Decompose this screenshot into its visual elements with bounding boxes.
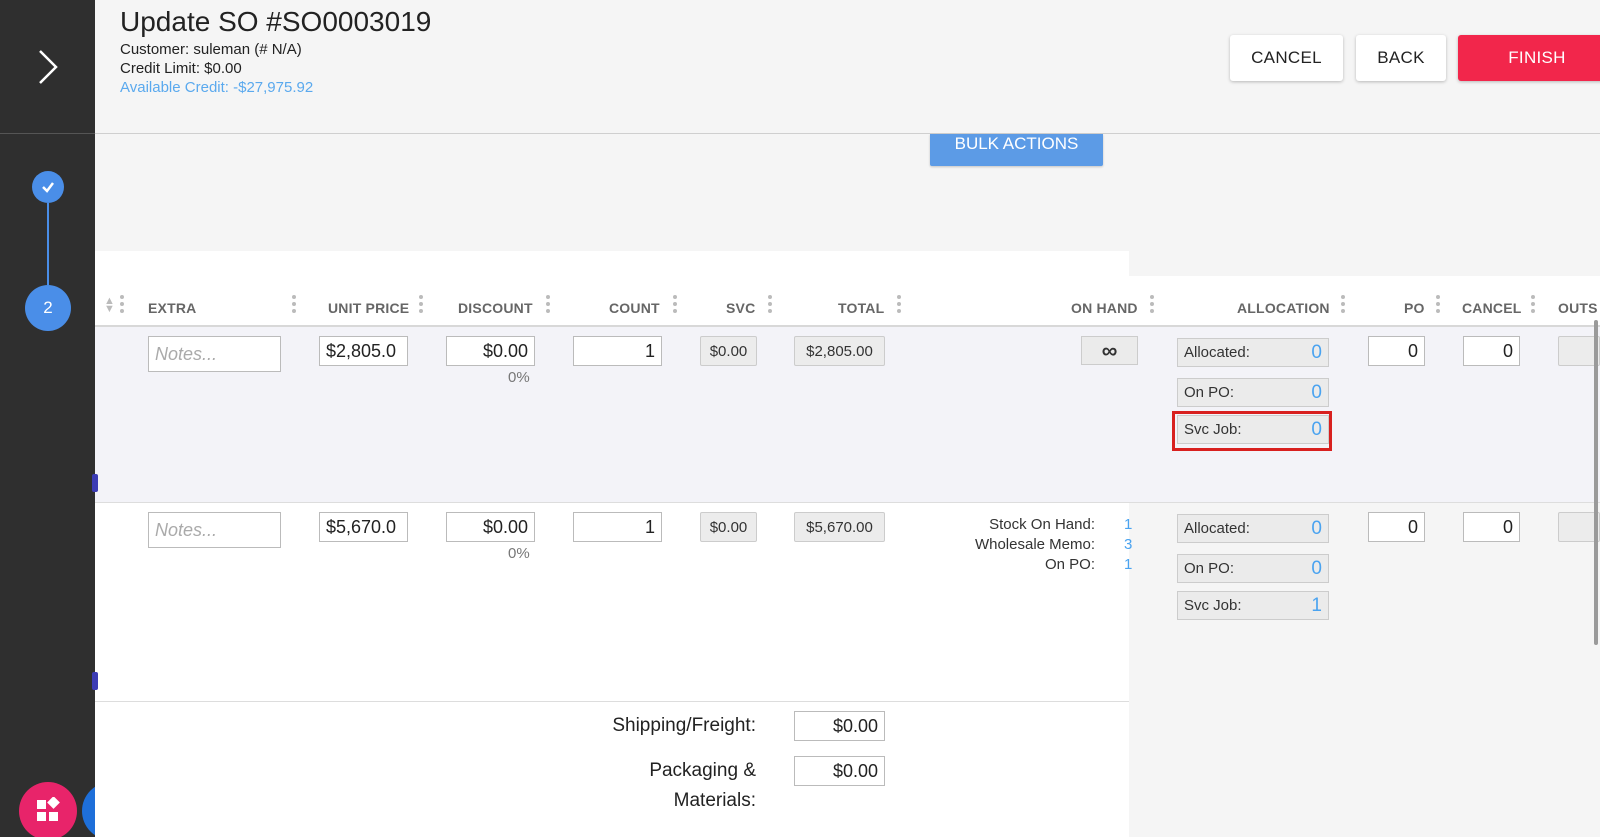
discount-input[interactable]: $0.00	[446, 336, 535, 366]
svc-job-value[interactable]: 1	[1311, 595, 1322, 617]
back-button[interactable]: BACK	[1356, 35, 1446, 81]
unit-price-input[interactable]: $5,670.0	[319, 512, 408, 542]
step-2[interactable]: 2	[25, 285, 71, 331]
col-allocation[interactable]: ALLOCATION	[1237, 300, 1330, 316]
chevron-right-icon	[38, 49, 58, 84]
svc-job-field: Svc Job: 1	[1177, 591, 1329, 620]
left-rail: 2	[0, 0, 140, 837]
column-menu-icon[interactable]	[768, 295, 772, 317]
allocated-field: Allocated: 0	[1177, 514, 1329, 543]
total-value: $5,670.00	[794, 512, 885, 542]
apps-button[interactable]	[19, 782, 77, 837]
col-outstanding[interactable]: OUTS	[1558, 300, 1598, 316]
svc-value: $0.00	[700, 512, 757, 542]
discount-input[interactable]: $0.00	[446, 512, 535, 542]
column-menu-icon[interactable]	[419, 295, 423, 317]
allocated-value[interactable]: 0	[1311, 342, 1322, 364]
column-menu-icon[interactable]	[1531, 295, 1535, 317]
sort-icon[interactable]: ▲ ▼	[104, 296, 115, 315]
column-menu-icon[interactable]	[546, 295, 550, 317]
on-po-stock-value[interactable]: 1	[1124, 555, 1132, 575]
stock-on-hand-value[interactable]: 1	[1124, 515, 1132, 535]
count-input[interactable]: 1	[573, 512, 662, 542]
count-input[interactable]: 1	[573, 336, 662, 366]
col-on-hand[interactable]: ON HAND	[1071, 300, 1138, 316]
on-po-label: On PO:	[1184, 384, 1235, 401]
column-menu-icon[interactable]	[1436, 295, 1440, 317]
row-tag[interactable]	[92, 474, 98, 492]
packaging-label-line2: Materials:	[673, 790, 756, 811]
shipping-label: Shipping/Freight:	[612, 715, 756, 736]
cancel-qty-input[interactable]: 0	[1463, 336, 1520, 366]
stock-labels: Stock On Hand: Wholesale Memo: On PO:	[930, 515, 1095, 575]
on-po-stock-label: On PO:	[1044, 556, 1095, 573]
on-po-value[interactable]: 0	[1311, 558, 1322, 580]
row-tag[interactable]	[92, 672, 98, 690]
packaging-label-line1: Packaging &	[649, 760, 756, 781]
on-po-field: On PO: 0	[1177, 378, 1329, 407]
vertical-scrollbar[interactable]	[1594, 320, 1598, 645]
allocated-field: Allocated: 0	[1177, 338, 1329, 367]
po-input[interactable]: 0	[1368, 336, 1425, 366]
finish-button[interactable]: FINISH	[1458, 35, 1600, 81]
notes-input[interactable]: Notes...	[148, 336, 281, 372]
svc-job-label: Svc Job:	[1184, 597, 1242, 614]
svc-value: $0.00	[700, 336, 757, 366]
column-menu-icon[interactable]	[897, 295, 901, 317]
shipping-input[interactable]: $0.00	[794, 711, 885, 741]
packaging-label: Packaging & Materials:	[560, 756, 756, 816]
column-menu-icon[interactable]	[292, 295, 296, 317]
cancel-button[interactable]: CANCEL	[1230, 35, 1343, 81]
unit-price-input[interactable]: $2,805.0	[319, 336, 408, 366]
col-total[interactable]: TOTAL	[838, 300, 884, 316]
expand-sidebar-button[interactable]	[0, 0, 95, 134]
cancel-qty-input[interactable]: 0	[1463, 512, 1520, 542]
packaging-input[interactable]: $0.00	[794, 756, 885, 786]
column-menu-icon[interactable]	[673, 295, 677, 317]
wholesale-memo-value[interactable]: 3	[1124, 535, 1132, 555]
customer-info: Customer: suleman (# N/A)	[120, 41, 302, 58]
available-credit: Available Credit: -$27,975.92	[120, 79, 314, 96]
on-po-label: On PO:	[1184, 560, 1235, 577]
bulk-actions-button[interactable]: BULK ACTIONS	[930, 134, 1103, 166]
page-header: Update SO #SO0003019 Customer: suleman (…	[95, 0, 1600, 134]
allocated-label: Allocated:	[1184, 344, 1250, 361]
column-menu-icon[interactable]	[120, 295, 124, 317]
credit-limit: Credit Limit: $0.00	[120, 60, 242, 77]
col-po[interactable]: PO	[1404, 300, 1425, 316]
on-po-field: On PO: 0	[1177, 554, 1329, 583]
col-count[interactable]: COUNT	[609, 300, 660, 316]
col-discount[interactable]: DISCOUNT	[458, 300, 533, 316]
total-value: $2,805.00	[794, 336, 885, 366]
step-connector	[47, 203, 49, 285]
col-extra[interactable]: EXTRA	[148, 300, 196, 316]
page-title: Update SO #SO0003019	[120, 6, 432, 37]
step-1-complete-icon[interactable]	[32, 171, 64, 203]
discount-percent: 0%	[508, 369, 530, 386]
column-menu-icon[interactable]	[1150, 295, 1154, 317]
discount-percent: 0%	[508, 545, 530, 562]
on-po-value[interactable]: 0	[1311, 382, 1322, 404]
allocated-label: Allocated:	[1184, 520, 1250, 537]
column-menu-icon[interactable]	[1341, 295, 1345, 317]
col-unit-price[interactable]: UNIT PRICE	[328, 300, 409, 316]
highlight-box	[1172, 411, 1332, 451]
wholesale-memo-label: Wholesale Memo:	[974, 536, 1095, 553]
allocated-value[interactable]: 0	[1311, 518, 1322, 540]
customer-meta: Customer: suleman (# N/A) Credit Limit: …	[120, 40, 313, 97]
notes-input[interactable]: Notes...	[148, 512, 281, 548]
col-svc[interactable]: SVC	[726, 300, 755, 316]
on-hand-infinite: ∞	[1081, 336, 1138, 365]
row-divider	[95, 701, 1129, 702]
stock-values: 1 3 1	[1124, 515, 1132, 575]
stock-on-hand-label: Stock On Hand:	[989, 516, 1095, 533]
col-cancel[interactable]: CANCEL	[1462, 300, 1522, 316]
apps-grid-icon	[37, 797, 60, 821]
po-input[interactable]: 0	[1368, 512, 1425, 542]
